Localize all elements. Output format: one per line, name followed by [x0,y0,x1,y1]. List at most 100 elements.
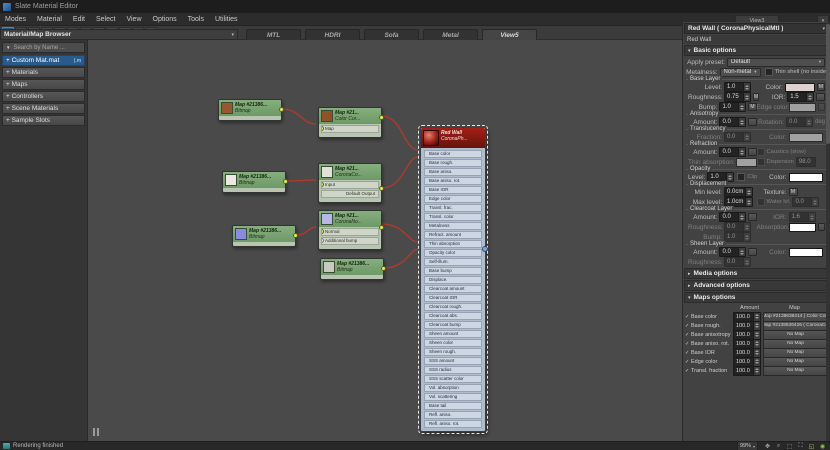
browser-item[interactable]: + Controllers [2,91,85,102]
input-socket[interactable] [321,126,324,131]
clearcoat-absorption-map-button[interactable] [818,223,825,231]
material-slot[interactable]: Base aniso. [424,168,482,176]
edge-color-swatch[interactable] [789,103,816,112]
node-slot-map[interactable]: Map [321,125,379,133]
displacement-min-spinner[interactable]: 0.0cm [724,187,753,197]
material-slot[interactable]: Transl. color [424,213,482,221]
rollout-maps-options[interactable]: ▾ Maps options [684,292,829,303]
menu-item[interactable]: Modes [5,16,26,23]
caustics-checkbox[interactable] [757,148,765,156]
pan-icon[interactable]: ✥ [763,442,772,450]
map-amount-spinner[interactable]: 100.0 [733,366,761,376]
node-color-correction[interactable]: Map #21... Color Cor... Map [318,107,382,138]
refraction-map-button[interactable] [748,148,756,156]
output-socket[interactable] [293,233,298,238]
material-slot[interactable]: Base IOR [424,186,482,194]
input-socket[interactable] [321,182,324,187]
material-slot[interactable]: Vol. scattering [424,393,482,401]
material-slot[interactable]: Refl. aniso. rot. [424,420,482,428]
refraction-amount-spinner[interactable]: 0.0 [719,147,746,157]
rotation-spinner[interactable]: 0.0 [786,117,813,127]
material-slot[interactable]: Clearcoat abs. [424,312,482,320]
thin-shell-checkbox[interactable] [765,68,773,76]
map-assign-button[interactable]: No Map [763,366,828,376]
material-slot[interactable]: Base tail [424,402,482,410]
node-slot-normal[interactable]: Normal [321,228,379,236]
zoom-extents-icon[interactable]: ⛶ [796,442,805,450]
node-bitmap-3[interactable]: Map #21386... Bitmap [232,225,296,247]
inspector-scrollbar[interactable] [826,22,830,441]
browser-item[interactable]: + Maps [2,79,85,90]
node-bitmap-4[interactable]: Map #21386... Bitmap [320,258,384,280]
rollout-basic-options[interactable]: ▾ Basic options [684,45,829,56]
apply-preset-dropdown[interactable]: Default ▾ [727,58,825,67]
browser-item[interactable]: + Custom Mat.mat (.m [2,55,85,66]
canvas-zoom-dropdown[interactable]: 99% ▾ [737,441,758,450]
pause-rendering-icon[interactable] [93,428,99,436]
material-slot[interactable]: Base bump [424,267,482,275]
anisotropy-map-button[interactable] [748,118,756,126]
base-level-spinner[interactable]: 1.0 [724,82,751,92]
dispersion-checkbox[interactable] [757,158,765,166]
metalness-dropdown[interactable]: Non-metal ▾ [720,68,761,77]
menu-item[interactable]: Utilities [215,16,238,23]
inspector-header[interactable]: Red Wall ( CoronaPhysicalMtl ) ▾ [684,23,829,34]
material-slot[interactable]: Self-illum. [424,258,482,266]
ior-spinner[interactable]: 1.5 [787,92,814,102]
base-color-swatch[interactable] [785,83,815,92]
material-slot[interactable]: Base aniso. rot. [424,177,482,185]
clearcoat-roughness-spinner[interactable]: 0.0 [724,222,751,232]
water-level-spinner[interactable]: 0.0 [792,197,819,207]
dispersion-spinner[interactable]: 98.0 [796,157,816,167]
input-socket[interactable] [321,238,324,243]
output-socket[interactable] [379,225,384,230]
material-slot[interactable]: Vol. absorption [424,384,482,392]
menu-item[interactable]: Select [96,16,115,23]
sheen-color-swatch[interactable] [789,248,823,257]
input-socket[interactable] [424,268,425,273]
input-socket[interactable] [424,151,425,156]
sheen-roughness-spinner[interactable]: 0.0 [724,257,751,267]
translucency-color-swatch[interactable] [789,133,823,142]
menu-item[interactable]: Edit [73,16,85,23]
material-slot[interactable]: Sheen color [424,339,482,347]
roughness-spinner[interactable]: 0.75 [724,92,751,102]
bump-map-button[interactable]: M [748,103,756,111]
water-level-checkbox[interactable] [757,198,765,206]
output-socket[interactable] [381,266,386,271]
search-by-name-input[interactable]: ▼ Search by Name ... [2,42,85,53]
clearcoat-absorption-swatch[interactable] [789,223,816,232]
output-socket[interactable] [283,179,288,184]
material-slot[interactable]: Sheen amount [424,330,482,338]
input-socket[interactable] [321,229,324,234]
zoom-region-icon[interactable]: ⬚ [785,442,794,450]
material-slot[interactable]: Metalness [424,222,482,230]
clearcoat-amount-spinner[interactable]: 0.0 [719,212,746,222]
zoom-extents-selected-icon[interactable]: ◱ [807,442,816,450]
node-corona-physical-material[interactable]: Red Wall CoronaPh... Base color Base rou… [420,127,486,432]
material-slot[interactable]: Transl. frac. [424,204,482,212]
browser-item[interactable]: + Materials [2,67,85,78]
clearcoat-ior-spinner[interactable]: 1.6 [789,212,816,222]
material-slot[interactable]: Clearcoat rough. [424,303,482,311]
material-slot[interactable]: SSS radius [424,366,482,374]
base-color-map-button[interactable]: M [817,83,825,91]
thin-absorption-swatch[interactable] [736,158,757,167]
material-slot[interactable]: Clearcoat bump [424,321,482,329]
node-bitmap-1[interactable]: Map #21386... Bitmap [218,99,282,121]
zoom-icon[interactable]: ⌕ [774,442,783,450]
menu-item[interactable]: View [126,16,141,23]
output-socket[interactable] [279,107,284,112]
material-name-field[interactable]: Red Wall [684,35,829,44]
input-socket[interactable] [424,277,425,282]
material-slot[interactable]: Thin absorption [424,240,482,248]
browser-item[interactable]: + Sample Slots [2,115,85,126]
node-bitmap-2[interactable]: Map #21386... Bitmap [222,171,286,193]
node-view-canvas[interactable]: Map #21386... Bitmap Map #21... Color Co… [88,40,682,441]
sheen-map-button[interactable] [748,248,756,256]
output-socket[interactable] [379,115,384,120]
browser-menu-arrow-icon[interactable]: ▾ [231,32,234,38]
node-corona-normal[interactable]: Map #21... CoronaNo... Normal Additional… [318,210,382,250]
menu-item[interactable]: Material [37,16,62,23]
material-slot[interactable]: Refract. amount [424,231,482,239]
